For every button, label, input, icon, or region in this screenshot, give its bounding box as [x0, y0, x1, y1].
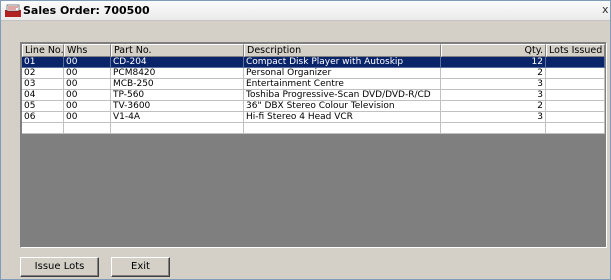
- cell-line-no[interactable]: 03: [22, 79, 64, 90]
- cell-part-no[interactable]: CD-204: [111, 57, 244, 68]
- cell-whs[interactable]: 00: [64, 68, 111, 79]
- cell-part-no[interactable]: [111, 123, 244, 134]
- cell-description[interactable]: 36" DBX Stereo Colour Television: [244, 101, 441, 112]
- table-row[interactable]: 04 00 TP-560 Toshiba Progressive-Scan DVD/D…: [22, 90, 605, 101]
- table-row[interactable]: [22, 123, 605, 134]
- table-row[interactable]: 01 00 CD-204 Compact Disk Player with Autos…: [22, 57, 605, 68]
- cell-lots-issued[interactable]: [546, 112, 605, 123]
- cell-description[interactable]: Toshiba Progressive-Scan DVD/DVD-R/CD: [244, 90, 441, 101]
- cell-line-no[interactable]: 01: [22, 57, 64, 68]
- cell-lots-issued[interactable]: [546, 79, 605, 90]
- cell-whs[interactable]: 00: [64, 90, 111, 101]
- cell-lots-issued[interactable]: [546, 68, 605, 79]
- cell-lots-issued[interactable]: [546, 90, 605, 101]
- cell-part-no[interactable]: MCB-250: [111, 79, 244, 90]
- grid-body[interactable]: Line No. Whs Part No. Description Qty. L…: [22, 44, 605, 246]
- cell-part-no[interactable]: TP-560: [111, 90, 244, 101]
- exit-button[interactable]: Exit: [111, 257, 170, 277]
- cell-line-no[interactable]: [22, 123, 64, 134]
- cell-lots-issued[interactable]: [546, 57, 605, 68]
- order-lines-grid[interactable]: Line No. Whs Part No. Description Qty. L…: [20, 42, 607, 248]
- table-row[interactable]: 06 00 V1-4A Hi-fi Stereo 4 Head VCR 3: [22, 112, 605, 123]
- title-bar[interactable]: Sales Order: 700500 x: [1, 1, 610, 21]
- cell-lots-issued[interactable]: [546, 123, 605, 134]
- sales-order-window: Sales Order: 700500 x Line No. Whs Part …: [0, 0, 611, 280]
- cell-line-no[interactable]: 06: [22, 112, 64, 123]
- cell-qty[interactable]: 3: [441, 79, 546, 90]
- window-title: Sales Order: 700500: [23, 4, 150, 17]
- issue-lots-button[interactable]: Issue Lots: [20, 257, 99, 277]
- cell-qty[interactable]: 2: [441, 101, 546, 112]
- cell-whs[interactable]: 00: [64, 79, 111, 90]
- cell-qty[interactable]: [441, 123, 546, 134]
- column-header-whs[interactable]: Whs: [64, 44, 111, 57]
- cell-line-no[interactable]: 05: [22, 101, 64, 112]
- cell-description[interactable]: Hi-fi Stereo 4 Head VCR: [244, 112, 441, 123]
- cell-whs[interactable]: [64, 123, 111, 134]
- sales-order-icon: [5, 4, 21, 17]
- table-row[interactable]: 05 00 TV-3600 36" DBX Stereo Colour Televis…: [22, 101, 605, 112]
- cell-qty[interactable]: 12: [441, 57, 546, 68]
- cell-line-no[interactable]: 02: [22, 68, 64, 79]
- cell-description[interactable]: Personal Organizer: [244, 68, 441, 79]
- cell-qty[interactable]: 2: [441, 68, 546, 79]
- column-header-description[interactable]: Description: [244, 44, 441, 57]
- cell-whs[interactable]: 00: [64, 101, 111, 112]
- cell-qty[interactable]: 3: [441, 112, 546, 123]
- cell-line-no[interactable]: 04: [22, 90, 64, 101]
- table-row[interactable]: 03 00 MCB-250 Entertainment Centre 3: [22, 79, 605, 90]
- cell-description[interactable]: Compact Disk Player with Autoskip: [244, 57, 441, 68]
- column-header-lots-issued[interactable]: Lots Issued: [546, 44, 605, 57]
- cell-whs[interactable]: 00: [64, 112, 111, 123]
- cell-part-no[interactable]: TV-3600: [111, 101, 244, 112]
- column-header-line-no[interactable]: Line No.: [22, 44, 64, 57]
- table-row[interactable]: 02 00 PCM8420 Personal Organizer 2: [22, 68, 605, 79]
- cell-part-no[interactable]: V1-4A: [111, 112, 244, 123]
- cell-description[interactable]: [244, 123, 441, 134]
- cell-description[interactable]: Entertainment Centre: [244, 79, 441, 90]
- column-header-part-no[interactable]: Part No.: [111, 44, 244, 57]
- cell-part-no[interactable]: PCM8420: [111, 68, 244, 79]
- column-header-qty[interactable]: Qty.: [441, 44, 546, 57]
- cell-qty[interactable]: 3: [441, 90, 546, 101]
- cell-lots-issued[interactable]: [546, 101, 605, 112]
- close-icon[interactable]: x: [602, 3, 609, 16]
- grid-header-row: Line No. Whs Part No. Description Qty. L…: [22, 44, 605, 57]
- cell-whs[interactable]: 00: [64, 57, 111, 68]
